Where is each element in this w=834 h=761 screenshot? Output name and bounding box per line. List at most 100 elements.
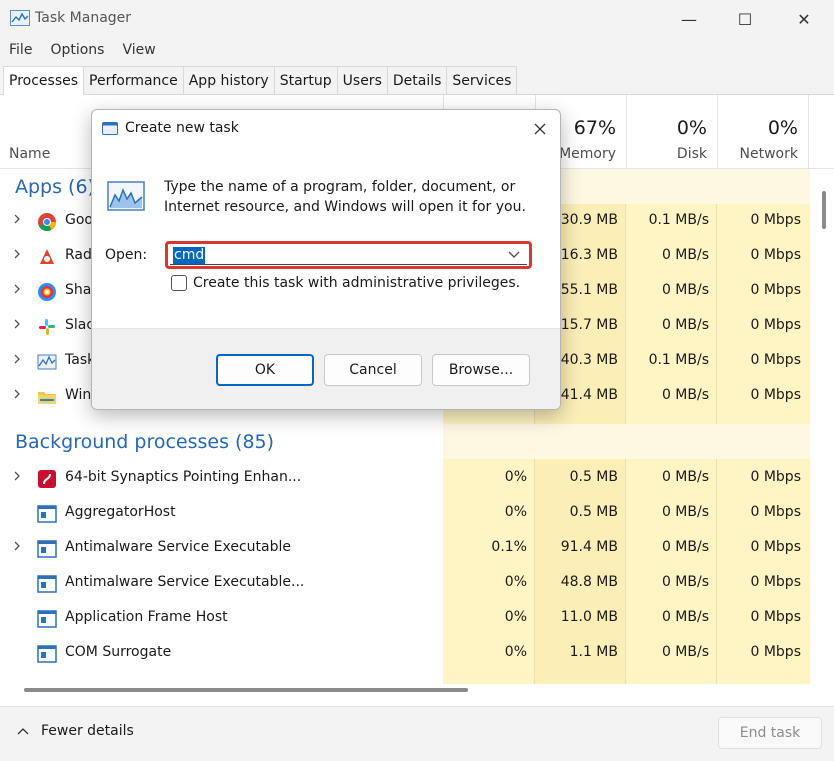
minimize-icon: —	[681, 9, 697, 29]
admin-checkbox-row[interactable]: Create this task with administrative pri…	[171, 275, 520, 291]
group-title: Background processes (85)	[15, 431, 275, 453]
open-input-value[interactable]: cmd	[173, 247, 206, 264]
tab-details[interactable]: Details	[386, 66, 448, 94]
radeon-icon	[40, 249, 54, 264]
scroll-thumb[interactable]	[24, 688, 468, 692]
cancel-button[interactable]: Cancel	[324, 354, 422, 386]
chevron-right-icon[interactable]	[11, 353, 23, 365]
process-disk-value: 0 MB/s	[661, 644, 709, 660]
vertical-scrollbar[interactable]	[816, 169, 834, 684]
open-combobox[interactable]: cmd	[165, 241, 532, 269]
menu-bar: File Options View	[0, 38, 165, 64]
process-net-value: 0 Mbps	[750, 212, 801, 228]
menu-view[interactable]: View	[113, 38, 164, 64]
process-net-value: 0 Mbps	[750, 317, 801, 333]
run-icon	[102, 122, 118, 135]
tab-users[interactable]: Users	[336, 66, 388, 94]
process-row[interactable]: AggregatorHost 0% 0.5 MB 0 MB/s 0 Mbps	[0, 496, 810, 531]
slack-icon	[39, 319, 55, 335]
maximize-button[interactable]: ☐	[716, 0, 774, 38]
chevron-right-icon[interactable]	[11, 388, 23, 400]
process-cpu-value: 0%	[504, 574, 527, 590]
process-icon	[37, 610, 57, 628]
process-disk-value: 0 MB/s	[661, 317, 709, 333]
process-mem-value: 1.1 MB	[569, 644, 618, 660]
process-name: COM Surrogate	[65, 644, 172, 660]
horizontal-scrollbar[interactable]	[0, 684, 816, 696]
fewer-details-button[interactable]: Fewer details	[17, 723, 134, 739]
chevron-down-icon[interactable]	[508, 251, 520, 259]
process-cpu-value: 0%	[504, 504, 527, 520]
folder-icon	[38, 392, 56, 404]
process-disk-value: 0 MB/s	[661, 282, 709, 298]
admin-checkbox[interactable]	[171, 275, 187, 291]
dialog-title: Create new task	[125, 120, 239, 136]
browse-button[interactable]: Browse...	[432, 354, 530, 386]
dialog-description: Type the name of a program, folder, docu…	[164, 179, 526, 215]
process-name: Antimalware Service Executable	[65, 539, 292, 555]
process-name: Application Frame Host	[65, 609, 228, 625]
disk-percent: 0%	[676, 117, 707, 139]
column-name[interactable]: Name	[9, 146, 50, 162]
column-disk[interactable]: 0% Disk	[626, 95, 717, 169]
process-net-value: 0 Mbps	[750, 539, 801, 555]
task-manager-icon	[37, 354, 57, 370]
process-row[interactable]: Antimalware Service Executable... 0% 48.8 …	[0, 566, 810, 601]
tab-strip: Processes Performance App history Startu…	[3, 66, 518, 95]
process-name: AggregatorHost	[65, 504, 176, 520]
tab-processes[interactable]: Processes	[3, 66, 85, 95]
process-row[interactable]: COM Surrogate 0% 1.1 MB 0 MB/s 0 Mbps	[0, 636, 810, 671]
ok-button[interactable]: OK	[216, 354, 314, 386]
process-net-value: 0 Mbps	[750, 504, 801, 520]
process-icon	[37, 645, 57, 663]
group-background: Background processes (85)	[0, 424, 810, 459]
minimize-button[interactable]: —	[660, 0, 718, 38]
scroll-thumb[interactable]	[822, 191, 826, 229]
process-disk-value: 0 MB/s	[661, 574, 709, 590]
chevron-right-icon[interactable]	[11, 248, 23, 260]
chevron-right-icon[interactable]	[11, 318, 23, 330]
maximize-icon: ☐	[737, 9, 753, 29]
disk-label: Disk	[676, 146, 707, 162]
network-percent: 0%	[767, 117, 798, 139]
dialog-footer: OK Cancel Browse...	[92, 328, 560, 409]
process-disk-value: 0 MB/s	[661, 609, 709, 625]
process-disk-value: 0 MB/s	[661, 247, 709, 263]
group-heat-bg	[443, 424, 810, 459]
admin-checkbox-label: Create this task with administrative pri…	[193, 275, 521, 291]
create-new-task-dialog: Create new task Type the name of a progr…	[91, 109, 561, 410]
process-icon	[37, 575, 57, 593]
chevron-right-icon[interactable]	[11, 470, 23, 482]
process-name: Rad	[65, 247, 92, 263]
process-name: Antimalware Service Executable...	[65, 574, 305, 590]
menu-options[interactable]: Options	[41, 38, 113, 64]
end-task-button[interactable]: End task	[718, 717, 822, 749]
open-field[interactable]: cmd	[170, 245, 527, 265]
column-spacer	[808, 95, 834, 169]
tab-app-history[interactable]: App history	[182, 66, 275, 94]
chevron-right-icon[interactable]	[11, 540, 23, 552]
footer: Fewer details End task	[0, 706, 834, 761]
chevron-right-icon[interactable]	[11, 283, 23, 295]
process-net-value: 0 Mbps	[750, 469, 801, 485]
chrome-icon	[38, 213, 57, 232]
tab-startup[interactable]: Startup	[273, 66, 338, 94]
menu-file[interactable]: File	[0, 38, 41, 64]
close-icon	[534, 123, 546, 135]
close-icon: ✕	[797, 9, 811, 29]
process-disk-value: 0 MB/s	[661, 387, 709, 403]
tab-services[interactable]: Services	[446, 66, 518, 94]
process-cpu-value: 0%	[504, 644, 527, 660]
dialog-close-button[interactable]	[528, 117, 552, 141]
chevron-right-icon[interactable]	[11, 213, 23, 225]
process-disk-value: 0 MB/s	[661, 469, 709, 485]
process-disk-value: 0 MB/s	[661, 504, 709, 520]
close-button[interactable]: ✕	[775, 0, 833, 38]
process-row[interactable]: 64-bit Synaptics Pointing Enhan... 0% 0.5 …	[0, 461, 810, 496]
process-disk-value: 0.1 MB/s	[648, 352, 709, 368]
tab-performance[interactable]: Performance	[83, 66, 184, 94]
process-net-value: 0 Mbps	[750, 644, 801, 660]
column-network[interactable]: 0% Network	[717, 95, 808, 169]
process-row[interactable]: Application Frame Host 0% 11.0 MB 0 MB/s 0 M…	[0, 601, 810, 636]
process-row[interactable]: Antimalware Service Executable 0.1% 91.4 M…	[0, 531, 810, 566]
